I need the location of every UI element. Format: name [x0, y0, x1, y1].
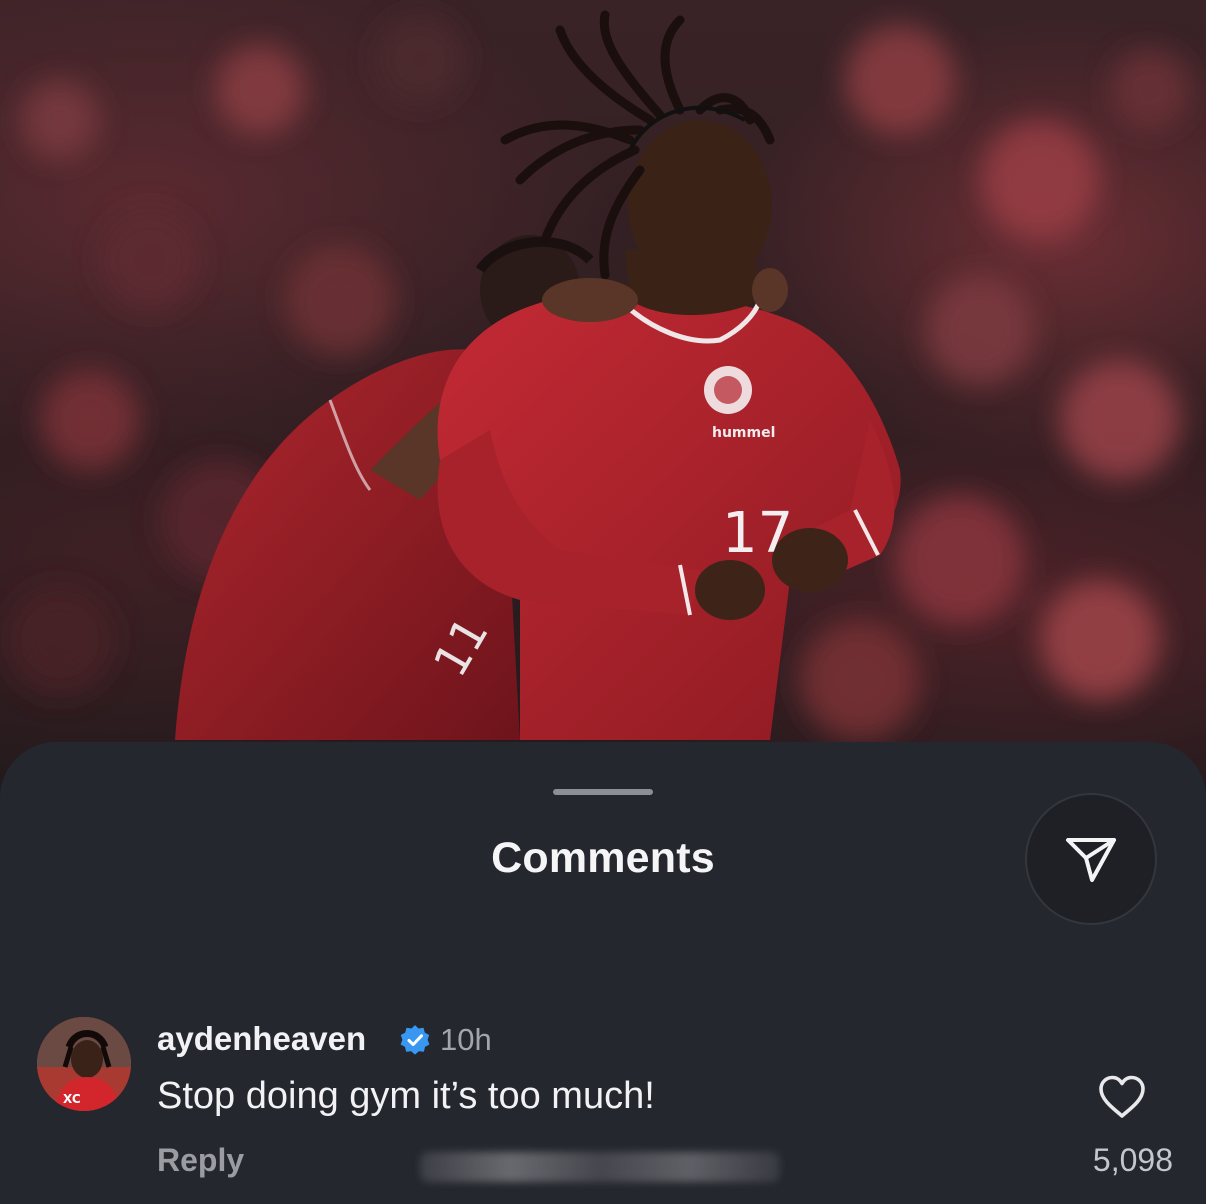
comment-item: XC aydenheaven 10h Stop doing gym it’s t…	[0, 1012, 1206, 1192]
football-players-image: 11 hummel 17	[5, 10, 1190, 740]
share-button[interactable]	[1027, 795, 1155, 923]
post-photo: 11 hummel 17	[0, 0, 1206, 800]
avatar[interactable]: XC	[37, 1017, 131, 1111]
send-paper-plane-icon	[1066, 838, 1116, 882]
redacted-blur	[420, 1152, 780, 1182]
heart-outline-icon[interactable]	[1097, 1074, 1147, 1120]
comments-sheet: Comments XC aydenheaven 10h Stop doing g…	[0, 742, 1206, 1204]
comment-text: Stop doing gym it’s too much!	[157, 1075, 655, 1117]
like-count: 5,098	[1092, 1142, 1173, 1178]
sheet-drag-handle[interactable]	[553, 789, 653, 795]
sheet-title: Comments	[491, 834, 715, 882]
screen: 11 hummel 17 Comments XC aydenheaven 10h…	[0, 0, 1206, 1204]
comment-timestamp: 10h	[440, 1022, 492, 1057]
svg-text:XC: XC	[63, 1092, 81, 1106]
verified-badge-icon	[400, 1025, 430, 1055]
kit-brand-label: hummel	[712, 425, 775, 441]
avatar-image: XC	[37, 1017, 131, 1111]
jersey-number-front: 17	[722, 501, 793, 566]
comment-username[interactable]: aydenheaven	[157, 1020, 366, 1058]
reply-button[interactable]: Reply	[157, 1142, 244, 1179]
